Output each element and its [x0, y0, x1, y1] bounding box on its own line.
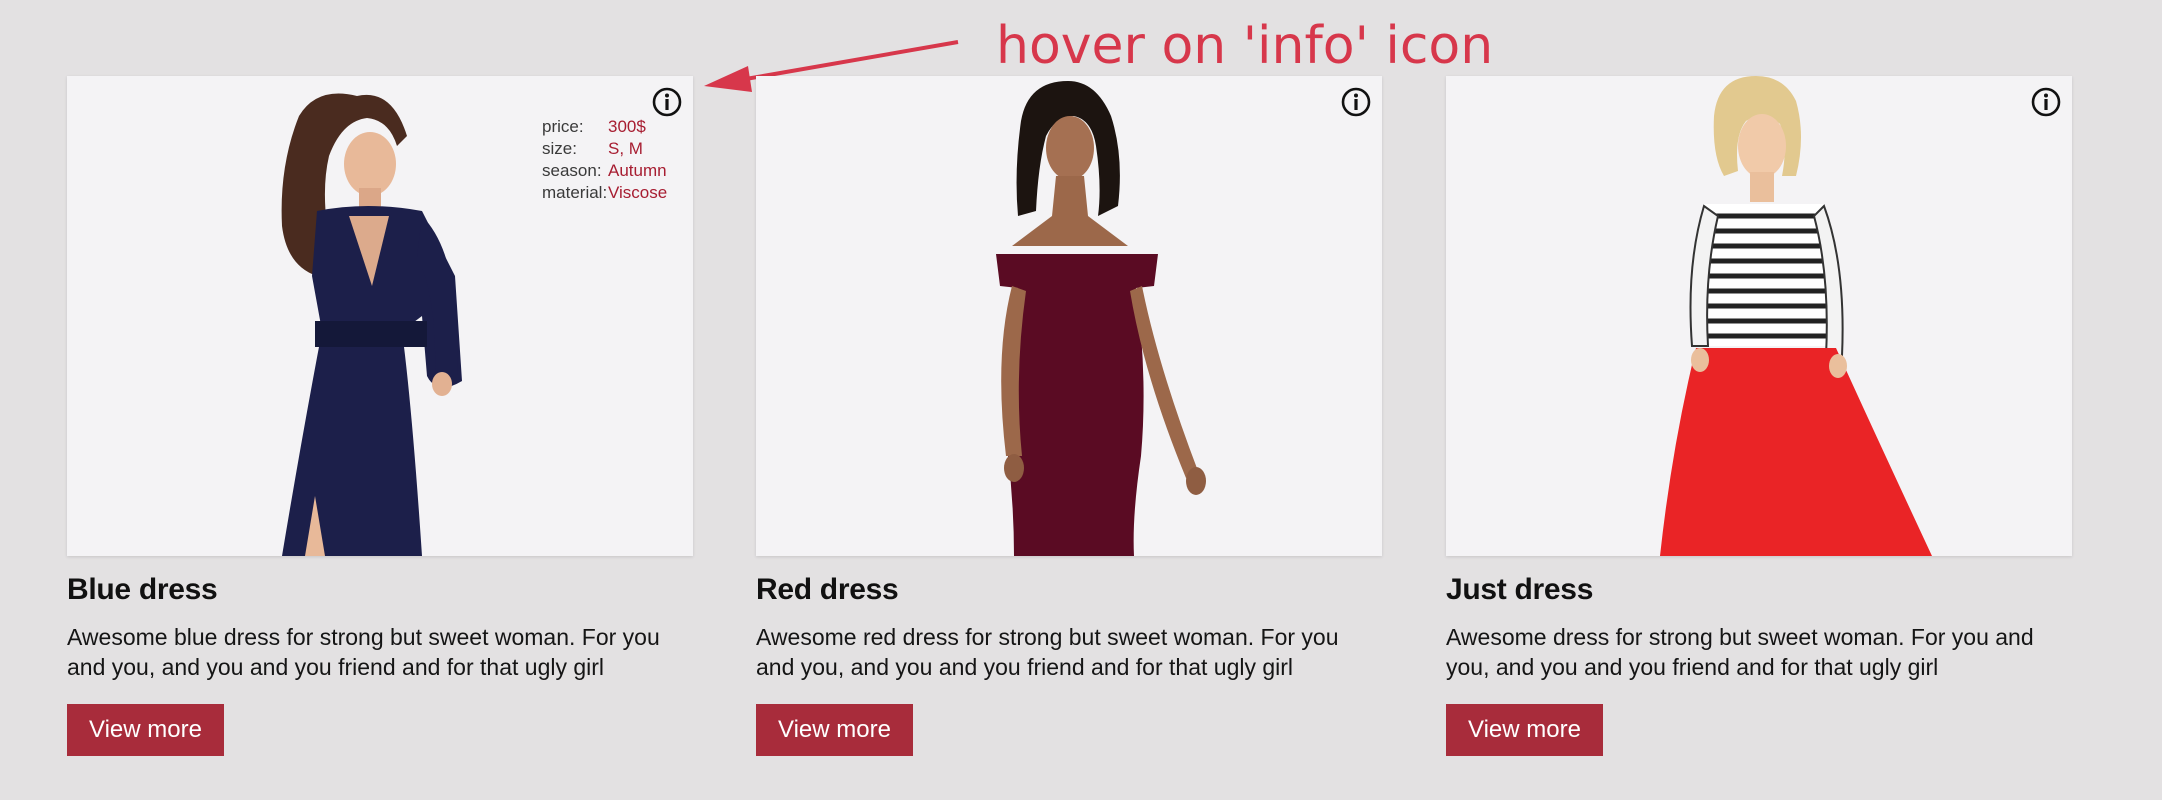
- info-icon[interactable]: [651, 86, 683, 118]
- product-title: Blue dress: [67, 573, 218, 606]
- info-tooltip: price: 300$ size: S, M season: Autumn ma…: [542, 116, 667, 204]
- annotation-label: hover on 'info' icon: [996, 16, 1494, 76]
- info-row-size: size: S, M: [542, 138, 667, 160]
- info-icon[interactable]: [1340, 86, 1372, 118]
- product-title: Just dress: [1446, 573, 1594, 606]
- product-image-red-dress: [756, 76, 1382, 556]
- product-card-just-dress: Just dress Awesome dress for strong but …: [1446, 76, 2072, 756]
- product-title: Red dress: [756, 573, 899, 606]
- product-image-blue-dress: price: 300$ size: S, M season: Autumn ma…: [67, 76, 693, 556]
- info-value: 300$: [608, 117, 646, 136]
- info-icon[interactable]: [2030, 86, 2062, 118]
- info-key: season:: [542, 161, 602, 180]
- product-description: Awesome dress for strong but sweet woman…: [1446, 624, 2034, 680]
- product-description: Awesome red dress for strong but sweet w…: [756, 624, 1339, 680]
- view-more-button[interactable]: View more: [67, 704, 224, 756]
- info-value: S, M: [608, 139, 643, 158]
- product-card-red-dress: Red dress Awesome red dress for strong b…: [756, 76, 1382, 756]
- info-key: size:: [542, 139, 577, 158]
- info-value: Viscose: [608, 183, 668, 202]
- view-more-button[interactable]: View more: [756, 704, 913, 756]
- info-key: material:: [542, 183, 608, 202]
- product-image-just-dress: [1446, 76, 2072, 556]
- info-key: price:: [542, 117, 584, 136]
- info-value: Autumn: [608, 161, 667, 180]
- product-card-blue-dress: price: 300$ size: S, M season: Autumn ma…: [67, 76, 693, 756]
- view-more-button[interactable]: View more: [1446, 704, 1603, 756]
- product-description: Awesome blue dress for strong but sweet …: [67, 624, 660, 680]
- info-row-price: price: 300$: [542, 116, 667, 138]
- model-red-dress-image: [996, 81, 1206, 556]
- model-striped-top-red-skirt-image: [1660, 76, 1932, 556]
- info-row-material: material: Viscose: [542, 182, 667, 204]
- info-row-season: season: Autumn: [542, 160, 667, 182]
